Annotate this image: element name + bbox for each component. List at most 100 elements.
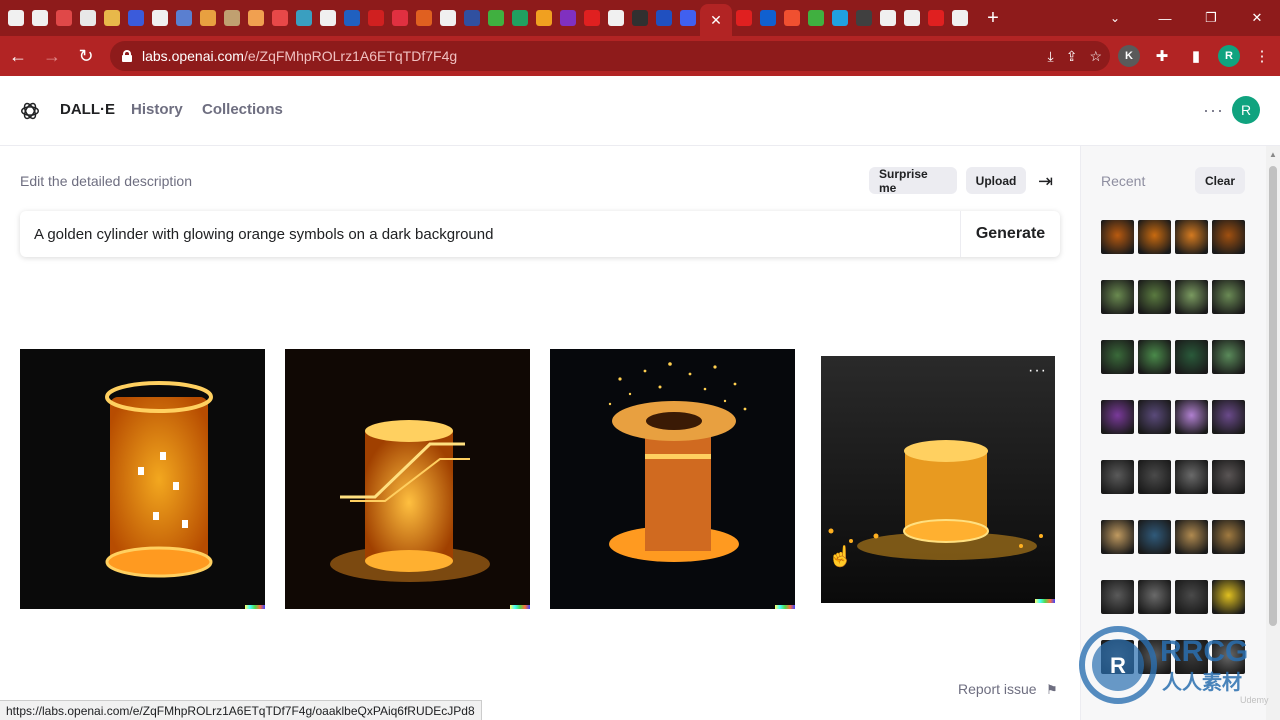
nav-collections[interactable]: Collections [202, 101, 283, 118]
scroll-up-icon[interactable]: ▲ [1269, 150, 1277, 159]
browser-after-tab-10[interactable] [948, 0, 972, 36]
browser-tab-13[interactable] [292, 0, 316, 36]
report-issue-link[interactable]: Report issue [958, 681, 1037, 697]
clear-history-button[interactable]: Clear [1195, 167, 1245, 194]
active-tab[interactable]: ✕ [700, 4, 732, 36]
profile-avatar[interactable]: R [1218, 45, 1240, 67]
browser-tab-24[interactable] [556, 0, 580, 36]
browser-tab-19[interactable] [436, 0, 460, 36]
address-bar[interactable]: labs.openai.com/e/ZqFMhpROLrz1A6ETqTDf7F… [110, 41, 1110, 71]
browser-after-tab-7[interactable] [876, 0, 900, 36]
browser-tab-7[interactable] [148, 0, 172, 36]
browser-tab-9[interactable] [196, 0, 220, 36]
browser-after-tab-2[interactable] [756, 0, 780, 36]
extensions-puzzle-icon[interactable]: ✚ [1150, 47, 1174, 65]
browser-tab-27[interactable] [628, 0, 652, 36]
browser-tab-8[interactable] [172, 0, 196, 36]
scroll-thumb[interactable] [1269, 166, 1277, 626]
extension-k-icon[interactable]: K [1118, 45, 1140, 67]
user-avatar[interactable]: R [1232, 96, 1260, 124]
browser-tab-15[interactable] [340, 0, 364, 36]
browser-tab-12[interactable] [268, 0, 292, 36]
recent-thumbnail[interactable] [1101, 220, 1134, 254]
recent-thumbnail[interactable] [1175, 220, 1208, 254]
recent-thumbnail[interactable] [1212, 580, 1245, 614]
more-options-icon[interactable]: ··· [1203, 100, 1224, 121]
recent-thumbnail[interactable] [1138, 580, 1171, 614]
recent-thumbnail[interactable] [1212, 520, 1245, 554]
result-image-1[interactable] [20, 349, 265, 609]
recent-thumbnail[interactable] [1101, 340, 1134, 374]
browser-after-tab-6[interactable] [852, 0, 876, 36]
new-tab-icon[interactable]: + [978, 0, 1008, 36]
browser-tab-21[interactable] [484, 0, 508, 36]
recent-thumbnail[interactable] [1101, 580, 1134, 614]
browser-after-tab-9[interactable] [924, 0, 948, 36]
nav-history[interactable]: History [131, 101, 183, 118]
browser-after-tab-1[interactable] [732, 0, 756, 36]
restore-icon[interactable]: ❐ [1188, 0, 1234, 36]
browser-tab-28[interactable] [652, 0, 676, 36]
browser-tab-10[interactable] [220, 0, 244, 36]
recent-thumbnail[interactable] [1175, 580, 1208, 614]
browser-after-tab-5[interactable] [828, 0, 852, 36]
flag-icon[interactable]: ⚑ [1046, 682, 1058, 698]
browser-tab-16[interactable] [364, 0, 388, 36]
collapse-sidebar-icon[interactable]: ⇥ [1038, 171, 1053, 192]
recent-thumbnail[interactable] [1138, 280, 1171, 314]
browser-tab-3[interactable] [52, 0, 76, 36]
result-image-4[interactable]: ··· [821, 356, 1055, 603]
close-window-icon[interactable]: ✕ [1234, 0, 1280, 36]
browser-after-tab-4[interactable] [804, 0, 828, 36]
brand-title[interactable]: DALL·E [60, 101, 115, 118]
recent-thumbnail[interactable] [1138, 400, 1171, 434]
recent-thumbnail[interactable] [1138, 340, 1171, 374]
browser-tab-17[interactable] [388, 0, 412, 36]
browser-tab-18[interactable] [412, 0, 436, 36]
browser-tab-29[interactable] [676, 0, 700, 36]
result-image-3[interactable] [550, 349, 795, 609]
recent-thumbnail[interactable] [1212, 340, 1245, 374]
browser-after-tab-3[interactable] [780, 0, 804, 36]
install-icon[interactable]: ⤓ [1048, 48, 1054, 65]
prompt-input[interactable] [20, 225, 960, 243]
share-icon[interactable]: ⇪ [1066, 48, 1078, 65]
browser-menu-icon[interactable]: ⋮ [1250, 47, 1274, 65]
browser-tab-5[interactable] [100, 0, 124, 36]
recent-thumbnail[interactable] [1175, 340, 1208, 374]
browser-tab-4[interactable] [76, 0, 100, 36]
browser-tab-1[interactable] [4, 0, 28, 36]
browser-tab-25[interactable] [580, 0, 604, 36]
result-image-2[interactable] [285, 349, 530, 609]
forward-icon[interactable]: → [36, 40, 68, 72]
recent-thumbnail[interactable] [1138, 520, 1171, 554]
recent-thumbnail[interactable] [1212, 460, 1245, 494]
surprise-me-button[interactable]: Surprise me [869, 167, 957, 195]
browser-tab-23[interactable] [532, 0, 556, 36]
bookmark-star-icon[interactable]: ☆ [1089, 48, 1102, 65]
recent-thumbnail[interactable] [1175, 460, 1208, 494]
generate-button[interactable]: Generate [960, 211, 1060, 257]
recent-thumbnail[interactable] [1175, 520, 1208, 554]
recent-thumbnail[interactable] [1101, 280, 1134, 314]
side-panel-icon[interactable]: ▮ [1184, 47, 1208, 65]
browser-tab-11[interactable] [244, 0, 268, 36]
openai-logo-icon[interactable] [19, 100, 41, 122]
image-options-icon[interactable]: ··· [1028, 362, 1047, 380]
browser-tab-20[interactable] [460, 0, 484, 36]
upload-button[interactable]: Upload [966, 167, 1026, 194]
tab-search-icon[interactable]: ⌄ [1100, 0, 1130, 36]
browser-tab-2[interactable] [28, 0, 52, 36]
browser-after-tab-8[interactable] [900, 0, 924, 36]
recent-thumbnail[interactable] [1212, 400, 1245, 434]
reload-icon[interactable]: ↻ [70, 40, 102, 72]
minimize-icon[interactable]: — [1142, 0, 1188, 36]
back-icon[interactable]: ← [2, 40, 34, 72]
recent-thumbnail[interactable] [1101, 400, 1134, 434]
recent-thumbnail[interactable] [1101, 520, 1134, 554]
browser-tab-26[interactable] [604, 0, 628, 36]
close-tab-icon[interactable]: ✕ [710, 12, 722, 29]
recent-thumbnail[interactable] [1101, 460, 1134, 494]
browser-tab-22[interactable] [508, 0, 532, 36]
recent-thumbnail[interactable] [1175, 400, 1208, 434]
